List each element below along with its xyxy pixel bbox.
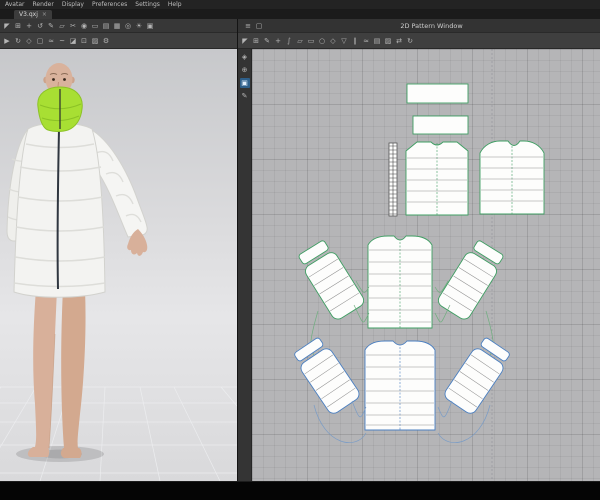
rectangle-tool-icon[interactable]: ▭ — [306, 36, 316, 46]
pressure-tool-icon[interactable]: ≈ — [46, 36, 56, 46]
rotate-tool-icon[interactable]: ↺ — [35, 21, 45, 31]
pattern-piece-bodice-mid[interactable] — [367, 235, 433, 329]
edit-curve-tool-icon[interactable]: ∫ — [284, 36, 294, 46]
marvelous-designer-window: Avatar Render Display Preferences Settin… — [0, 0, 600, 500]
pan-tool-icon[interactable]: ◈ — [240, 52, 250, 62]
menu-avatar[interactable]: Avatar — [5, 1, 24, 8]
symmetry-tool-icon[interactable]: ⇄ — [394, 36, 404, 46]
float-window-icon[interactable]: ▢ — [254, 21, 264, 31]
avatar-legs — [27, 289, 86, 458]
pattern-toolbar: ◤ ⊞ ✎ + ∫ ▱ ▭ ○ ◇ ▽ ∥ ≈ ▤ ▨ ⇄ ↻ — [238, 33, 600, 49]
main-content: ◤ ⊞ + ↺ ✎ ▱ ✂ ◉ ▭ ▤ ▦ ◎ ☀ ▣ ▶ ↻ ◇ ▢ ≈ ~ ◪ ⊡ ▨ ⚙ — [0, 19, 600, 481]
pattern-side-toolbar: ◈ ⊕ ▣ ✎ — [238, 49, 252, 481]
menu-help[interactable]: Help — [168, 1, 182, 8]
pattern-piece-sleeve-low-left[interactable] — [291, 335, 362, 416]
pattern-2d-pane: ≡ ▢ 2D Pattern Window ◤ ⊞ ✎ + ∫ ▱ ▭ ○ ◇ ▽ ∥ ≈ ▤ ▨ ⇄ ↻ ◈ ⊕… — [237, 19, 600, 481]
edit-pattern-tool-icon[interactable]: ▱ — [57, 21, 67, 31]
scissors-tool-icon[interactable]: ✂ — [68, 21, 78, 31]
texture-tool-icon[interactable]: ▨ — [383, 36, 393, 46]
menu-render[interactable]: Render — [32, 1, 53, 8]
sync-2d3d-tool-icon[interactable]: ▣ — [239, 78, 250, 88]
pattern-select-tool-icon[interactable]: ◤ — [240, 36, 250, 46]
menu-settings[interactable]: Settings — [135, 1, 160, 8]
pattern-transform-tool-icon[interactable]: ⊞ — [251, 36, 261, 46]
light-tool-icon[interactable]: ☀ — [134, 21, 144, 31]
camera-tool-icon[interactable]: ◎ — [123, 21, 133, 31]
flatten-tool-icon[interactable]: ▤ — [101, 21, 111, 31]
pattern-window-title: 2D Pattern Window — [400, 21, 463, 30]
puffer-collar[interactable] — [37, 86, 83, 132]
move-tool-icon[interactable]: + — [24, 21, 34, 31]
reset-button-icon[interactable]: ↻ — [13, 36, 23, 46]
pattern-piece-sleeve-mid-left[interactable] — [295, 238, 366, 322]
brush-tool-icon[interactable]: ✎ — [240, 91, 250, 101]
pin-tool-icon[interactable]: ◉ — [79, 21, 89, 31]
transform-tool-icon[interactable]: ⊞ — [13, 21, 23, 31]
pattern-piece-zipper-placket[interactable] — [388, 142, 398, 217]
window-menu-icon[interactable]: ≡ — [243, 21, 253, 31]
grid-snap-tool-icon[interactable]: ▦ — [112, 21, 122, 31]
fold-arrange-button-icon[interactable]: ◪ — [68, 36, 78, 46]
pattern-pieces-svg — [291, 49, 545, 481]
tape-measure-tool-icon[interactable]: ▭ — [90, 21, 100, 31]
pen-tool-icon[interactable]: ✎ — [46, 21, 56, 31]
pattern-piece-sleeve-low-right[interactable] — [442, 335, 513, 416]
pattern-canvas[interactable] — [252, 49, 600, 481]
pattern-piece-collar-band-1[interactable] — [406, 83, 469, 104]
garment-3d-pane: ◤ ⊞ + ↺ ✎ ▱ ✂ ◉ ▭ ▤ ▦ ◎ ☀ ▣ ▶ ↻ ◇ ▢ ≈ ~ ◪ ⊡ ▨ ⚙ — [0, 19, 237, 481]
avatar-3d-scene — [0, 63, 237, 481]
puffer-jacket[interactable] — [6, 122, 148, 298]
menu-preferences[interactable]: Preferences — [92, 1, 127, 8]
tab-project-file[interactable]: V3.qxj × — [14, 10, 52, 19]
viewport-3d[interactable] — [0, 49, 237, 481]
grading-tool-icon[interactable]: ▤ — [372, 36, 382, 46]
pattern-titlebar-icons: ≡ ▢ — [241, 21, 266, 31]
tab-label: V3.qxj — [19, 11, 38, 18]
pattern-piece-collar-band-2[interactable] — [412, 115, 469, 135]
zoom-tool-icon[interactable]: ⊕ — [240, 65, 250, 75]
select-tool-icon[interactable]: ◤ — [2, 21, 12, 31]
pattern-piece-sleeve-mid-right[interactable] — [436, 238, 507, 322]
edit-point-tool-icon[interactable]: ✎ — [262, 36, 272, 46]
menu-display[interactable]: Display — [62, 1, 84, 8]
notch-tool-icon[interactable]: ▽ — [339, 36, 349, 46]
pattern-piece-front-upper-panel[interactable] — [479, 140, 545, 215]
avatar[interactable] — [6, 63, 148, 462]
bottom-status-bar — [0, 481, 600, 500]
pin-box-button-icon[interactable]: ⊡ — [79, 36, 89, 46]
free-sew-tool-icon[interactable]: ≈ — [361, 36, 371, 46]
menu-bar: Avatar Render Display Preferences Settin… — [0, 0, 600, 10]
tab-bar: V3.qxj × — [0, 10, 600, 19]
settings-button-icon[interactable]: ⚙ — [101, 36, 111, 46]
add-point-tool-icon[interactable]: + — [273, 36, 283, 46]
simulate-button-icon[interactable]: ▶ — [2, 36, 12, 46]
pattern-piece-back-panel[interactable] — [405, 141, 469, 216]
mesh-view-button-icon[interactable]: ▨ — [90, 36, 100, 46]
avatar-display-button-icon[interactable]: ◇ — [24, 36, 34, 46]
sync-tool-icon[interactable]: ↻ — [405, 36, 415, 46]
wind-tool-icon[interactable]: ~ — [57, 36, 67, 46]
pattern-window-titlebar: ≡ ▢ 2D Pattern Window — [238, 19, 600, 33]
pattern-piece-bodice-low[interactable] — [364, 340, 436, 431]
garment-display-button-icon[interactable]: ▢ — [35, 36, 45, 46]
pattern-body: ◈ ⊕ ▣ ✎ — [238, 49, 600, 481]
tab-close-icon[interactable]: × — [42, 10, 47, 19]
left-toolbar-row1: ◤ ⊞ + ↺ ✎ ▱ ✂ ◉ ▭ ▤ ▦ ◎ ☀ ▣ — [0, 19, 237, 33]
left-toolbar-row2: ▶ ↻ ◇ ▢ ≈ ~ ◪ ⊡ ▨ ⚙ — [0, 33, 237, 49]
render-tool-icon[interactable]: ▣ — [145, 21, 155, 31]
circle-tool-icon[interactable]: ○ — [317, 36, 327, 46]
polygon-tool-icon[interactable]: ▱ — [295, 36, 305, 46]
dart-tool-icon[interactable]: ◇ — [328, 36, 338, 46]
segment-sew-tool-icon[interactable]: ∥ — [350, 36, 360, 46]
